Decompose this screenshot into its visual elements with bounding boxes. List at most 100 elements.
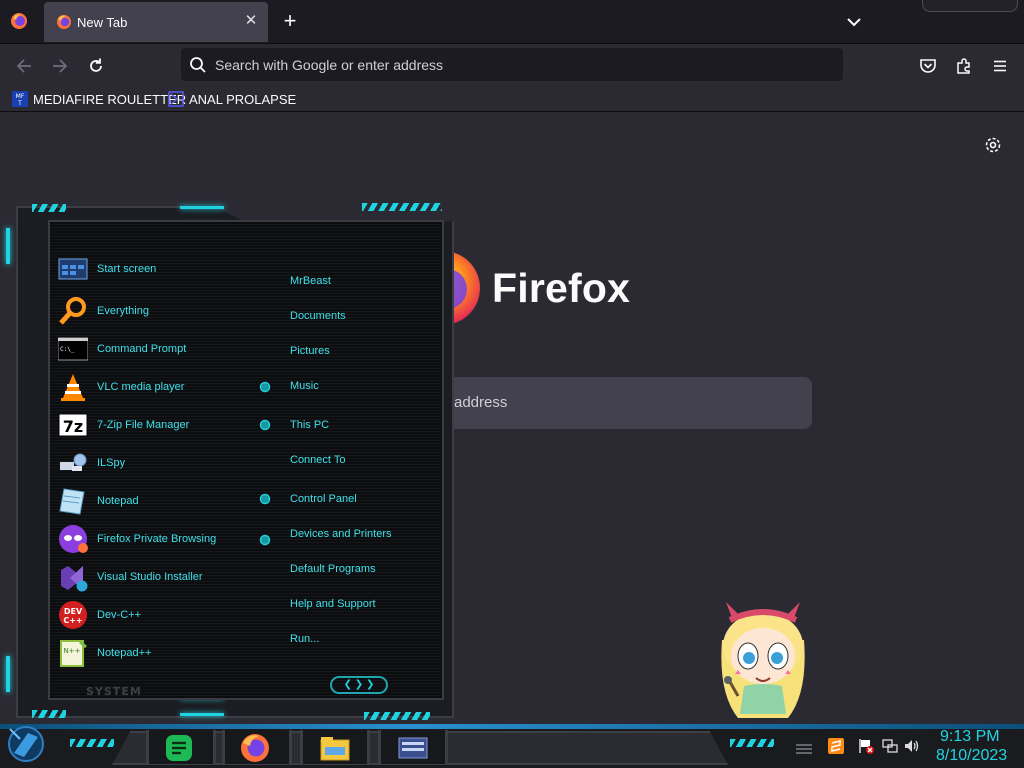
decoration <box>32 710 66 718</box>
decoration <box>362 203 442 211</box>
place-pictures[interactable]: Pictures <box>290 345 330 357</box>
place-this-pc[interactable]: This PC <box>290 419 329 431</box>
submenu-arrow-icon <box>259 534 271 546</box>
svg-text:DEV: DEV <box>64 607 83 616</box>
vs-installer-icon <box>61 566 88 592</box>
back-icon <box>16 59 31 73</box>
volume-icon[interactable] <box>904 738 920 754</box>
program-notepad-plus-plus[interactable]: N++ Notepad++ <box>58 636 258 670</box>
svg-text:MF: MF <box>16 93 25 100</box>
place-devices-and-printers[interactable]: Devices and Printers <box>290 528 392 540</box>
svg-text:N++: N++ <box>64 647 81 655</box>
svg-text:T: T <box>17 100 22 107</box>
submenu-arrow-icon <box>259 381 271 393</box>
system-label: SYSTEM <box>86 685 142 698</box>
navigation-toolbar: Search with Google or enter address <box>0 44 1024 86</box>
tab-new-tab[interactable]: New Tab ✕ <box>44 2 268 42</box>
forward-button[interactable] <box>46 52 74 80</box>
program-notepad[interactable]: Notepad <box>58 484 258 518</box>
shutdown-options-button[interactable]: ❮ ❯ ❯ <box>330 676 388 694</box>
place-music[interactable]: Music <box>290 380 319 392</box>
program-label: Command Prompt <box>97 343 187 355</box>
ilspy-icon <box>60 453 87 471</box>
clock-time[interactable]: 9:13 PM <box>940 728 1000 746</box>
place-help-and-support[interactable]: Help and Support <box>290 598 376 610</box>
back-button[interactable] <box>10 52 38 80</box>
program-firefox-private[interactable]: Firefox Private Browsing <box>58 522 258 556</box>
program-7zip[interactable]: 7z 7-Zip File Manager <box>58 408 258 442</box>
list-all-tabs-icon[interactable] <box>842 12 866 32</box>
taskbar-accent-strip <box>0 724 1024 729</box>
address-placeholder: Search with Google or enter address <box>215 57 444 73</box>
svg-text:C++: C++ <box>63 616 82 625</box>
start-screen-icon <box>58 258 88 280</box>
window-frame-decoration <box>922 0 1018 12</box>
show-hidden-icon[interactable] <box>794 740 814 756</box>
mediafire-icon: MF T <box>12 91 28 107</box>
tab-title: New Tab <box>77 15 128 30</box>
firefox-icon[interactable] <box>10 12 28 30</box>
new-tab-button[interactable]: + <box>278 10 302 34</box>
program-label: Notepad++ <box>97 647 152 659</box>
place-control-panel[interactable]: Control Panel <box>290 493 357 505</box>
network-icon[interactable] <box>882 738 898 754</box>
program-vlc[interactable]: VLC media player <box>58 370 258 404</box>
place-documents[interactable]: Documents <box>290 310 346 322</box>
application-menu-button[interactable] <box>986 52 1014 80</box>
firefox-icon[interactable] <box>239 732 271 764</box>
vlc-icon <box>61 374 85 401</box>
program-label: Firefox Private Browsing <box>97 533 217 545</box>
start-button-icon[interactable] <box>6 723 46 763</box>
bookmark-anal-prolapse[interactable]: ANAL PROLAPSE <box>168 89 296 109</box>
program-label: VLC media player <box>97 381 185 393</box>
decoration <box>6 228 10 264</box>
program-everything[interactable]: Everything <box>58 294 258 328</box>
forward-icon <box>53 59 68 73</box>
bookmark-label: ANAL PROLAPSE <box>189 91 297 107</box>
place-connect-to[interactable]: Connect To <box>290 454 345 466</box>
settings-icon[interactable] <box>982 134 1004 156</box>
program-start-screen[interactable]: Start screen <box>58 252 258 286</box>
address-bar[interactable]: Search with Google or enter address <box>181 48 843 81</box>
reload-button[interactable] <box>82 52 110 80</box>
program-command-prompt[interactable]: C:\_ Command Prompt <box>58 332 258 366</box>
place-run[interactable]: Run... <box>290 633 319 645</box>
extensions-icon <box>957 58 970 74</box>
decoration <box>730 739 774 747</box>
magnifier-icon <box>59 297 86 325</box>
sublime-icon[interactable] <box>828 738 844 754</box>
control-panel-icon[interactable] <box>397 732 429 764</box>
program-ilspy[interactable]: ILSpy <box>58 446 258 480</box>
place-mrbeast[interactable]: MrBeast <box>290 275 331 287</box>
program-label: Start screen <box>97 263 157 275</box>
bookmark-mediafire-rouletter[interactable]: MF T MEDIAFIRE ROULETTER <box>12 89 186 109</box>
program-label: Notepad <box>97 495 139 507</box>
svg-text:7z: 7z <box>63 417 83 436</box>
extensions-button[interactable] <box>950 52 978 80</box>
decoration <box>32 204 66 212</box>
desktop-mascot-image <box>721 602 805 718</box>
program-label: ILSpy <box>97 457 126 469</box>
svg-text:C:\_: C:\_ <box>60 346 75 353</box>
notes-icon[interactable] <box>163 732 195 764</box>
program-visual-studio-installer[interactable]: Visual Studio Installer <box>58 560 258 594</box>
reload-icon <box>90 58 102 72</box>
7zip-icon: 7z <box>58 413 88 437</box>
program-label: Dev-C++ <box>97 609 142 621</box>
save-to-pocket-button[interactable] <box>914 52 942 80</box>
file-explorer-icon[interactable] <box>319 732 351 764</box>
decoration <box>180 206 224 209</box>
bookmark-label: MEDIAFIRE ROULETTER <box>33 91 187 107</box>
action-center-flag-icon[interactable] <box>858 738 874 754</box>
program-label: Everything <box>97 305 149 317</box>
decoration <box>70 739 114 747</box>
place-default-programs[interactable]: Default Programs <box>290 563 376 575</box>
clock-date[interactable]: 8/10/2023 <box>936 747 1007 765</box>
program-dev-cpp[interactable]: DEV C++ Dev-C++ <box>58 598 258 632</box>
close-tab-icon[interactable]: ✕ <box>242 12 260 30</box>
new-tab-search-box[interactable]: address <box>404 377 812 429</box>
firefox-private-icon <box>59 525 88 553</box>
firefox-icon <box>57 15 71 29</box>
firefox-wordmark: Firefox <box>492 265 631 311</box>
notepadpp-icon: N++ <box>60 640 87 667</box>
